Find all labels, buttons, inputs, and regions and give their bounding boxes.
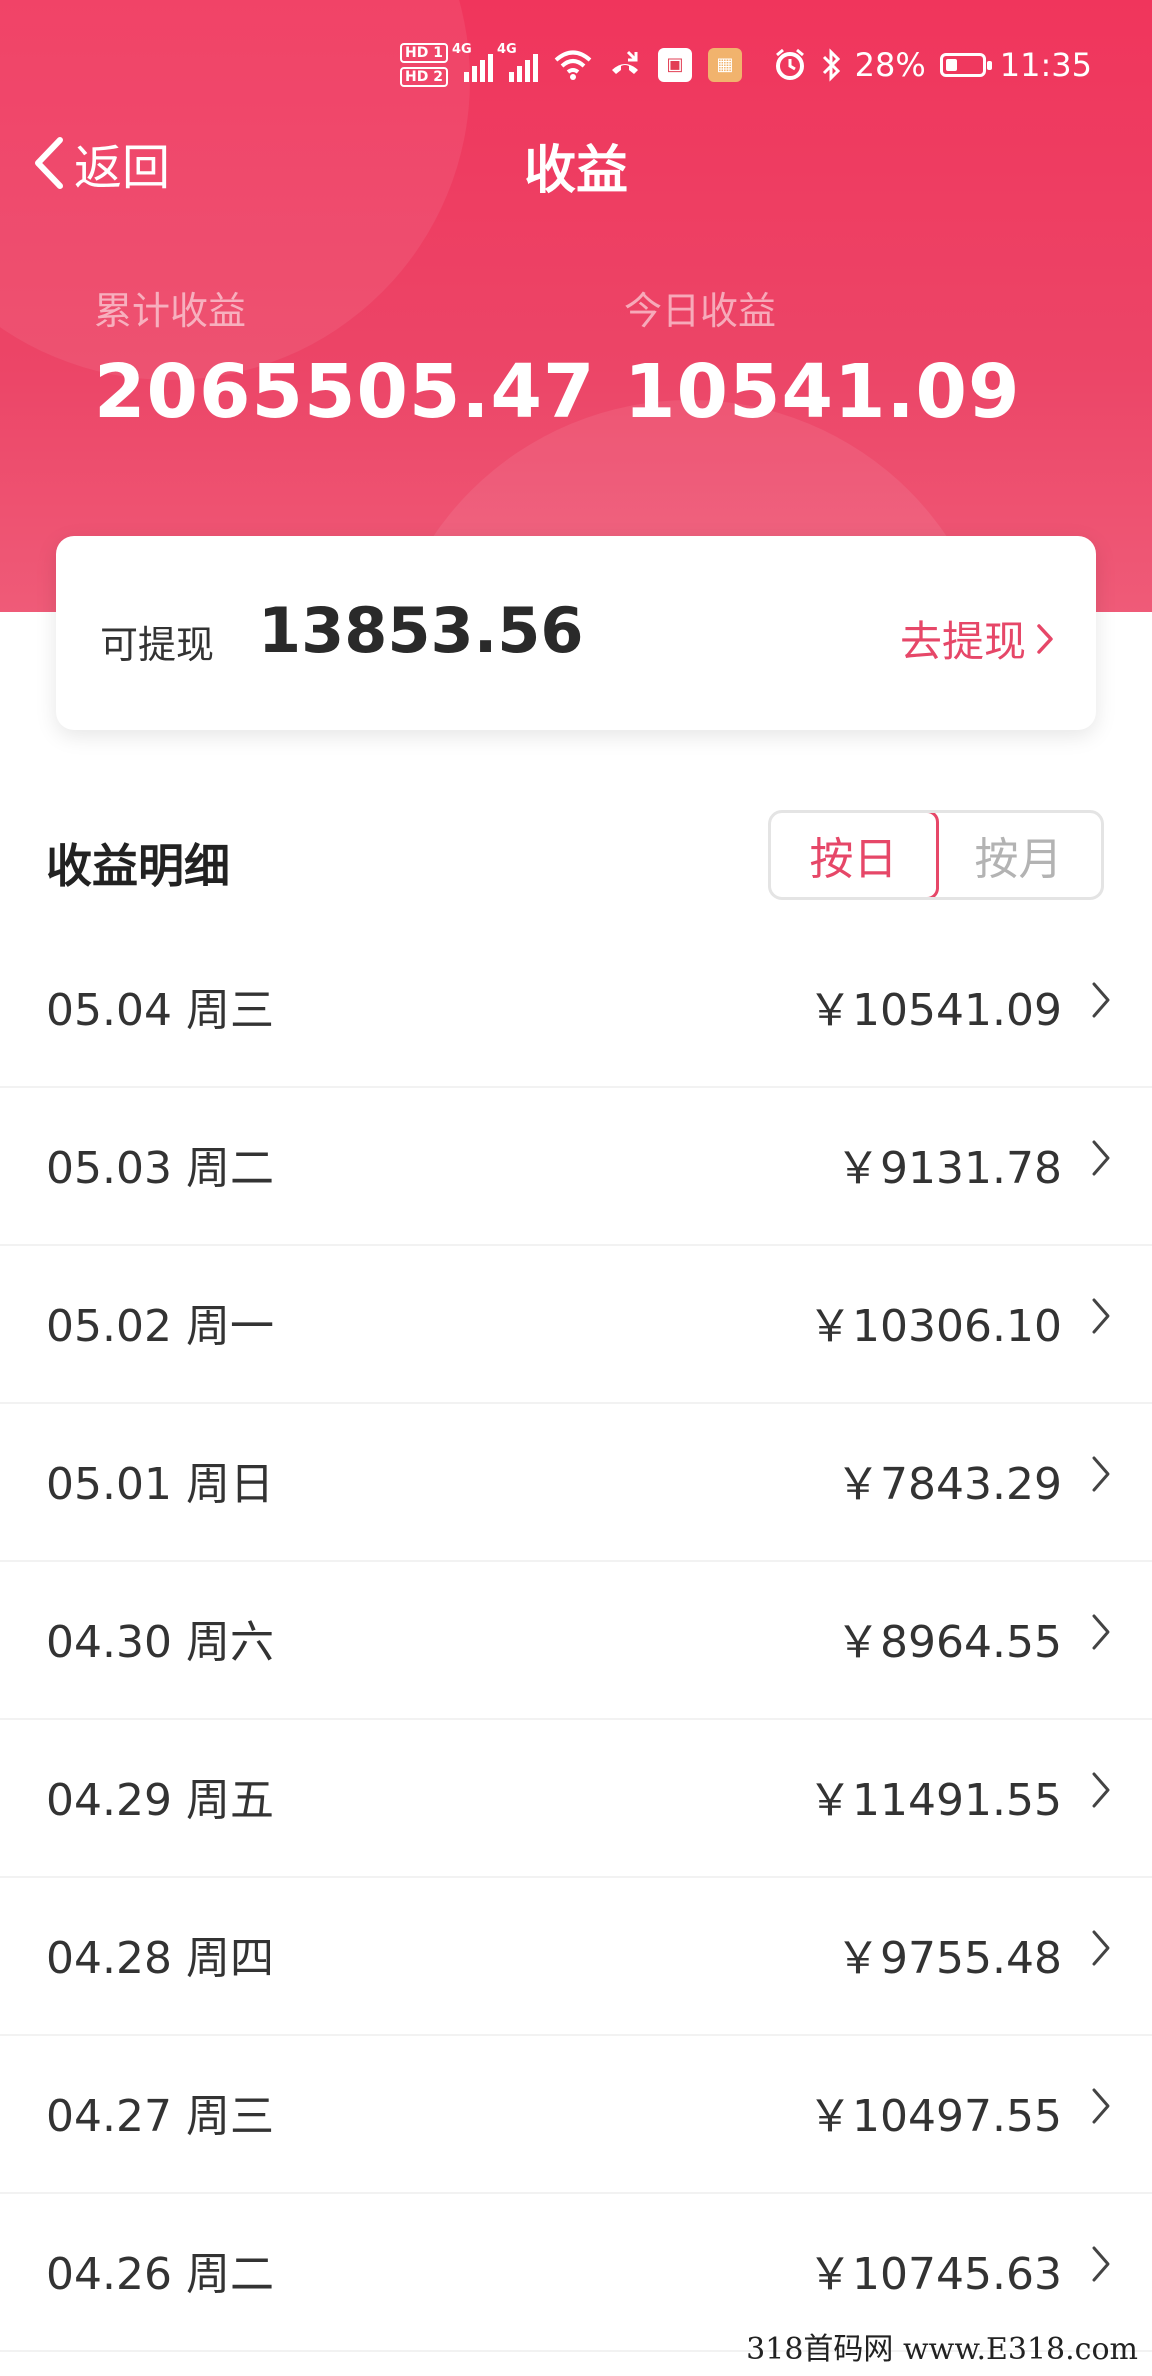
status-bar: HD 1 HD 2 4G 4G ▣ ▦ 28% 11:35 (0, 40, 1152, 90)
network-type: 4G (496, 42, 517, 57)
bluetooth-icon (822, 48, 840, 82)
list-item[interactable]: 05.01 周日 ￥7843.29 (0, 1404, 1152, 1562)
list-item[interactable]: 05.04 周三 ￥10541.09 (0, 930, 1152, 1088)
tab-by-day[interactable]: 按日 (771, 813, 939, 897)
app-notification-icon: ▣ (657, 48, 692, 82)
signal-icon: 4G (497, 42, 538, 82)
total-earnings-value: 2065505.47 (94, 349, 596, 435)
row-date: 04.30 周六 (46, 1617, 274, 1668)
status-left: HD 1 HD 2 4G 4G ▣ ▦ (400, 40, 742, 90)
tab-by-month[interactable]: 按月 (936, 813, 1101, 897)
list-item[interactable]: 05.03 周二 ￥9131.78 (0, 1088, 1152, 1246)
row-date: 05.04 周三 (46, 985, 274, 1036)
chevron-right-icon (1092, 2246, 1110, 2282)
list-item[interactable]: 05.02 周一 ￥10306.10 (0, 1246, 1152, 1404)
hd1-label: HD 1 (400, 43, 448, 63)
row-date: 04.29 周五 (46, 1775, 274, 1826)
row-amount: ￥9131.78 (836, 1143, 1062, 1194)
hd2-label: HD 2 (400, 67, 448, 87)
watermark: 318首码网 www.E318.com (746, 2332, 1138, 2367)
row-amount: ￥7843.29 (836, 1459, 1062, 1510)
header-banner: HD 1 HD 2 4G 4G ▣ ▦ 28% 11:35 返回 收益 累计收益… (0, 0, 1152, 612)
row-amount: ￥9755.48 (836, 1933, 1062, 1984)
app-notification-icon: ▦ (707, 48, 742, 82)
alarm-icon (775, 48, 804, 80)
list-item[interactable]: 04.28 周四 ￥9755.48 (0, 1878, 1152, 2036)
call-icon (611, 50, 638, 74)
withdrawable-amount: 13853.56 (258, 594, 584, 667)
clock: 11:35 (999, 46, 1092, 84)
wifi-icon (554, 50, 592, 80)
list-item[interactable]: 04.27 周三 ￥10497.55 (0, 2036, 1152, 2194)
today-earnings-value: 10541.09 (624, 349, 1021, 435)
page-title: 收益 (523, 141, 628, 201)
status-right: 28% 11:35 (773, 40, 1092, 90)
today-earnings-label: 今日收益 (624, 289, 777, 333)
chevron-right-icon (1092, 1298, 1110, 1334)
chevron-right-icon (1092, 1614, 1110, 1650)
chevron-right-icon (1092, 982, 1110, 1018)
row-amount: ￥10541.09 (808, 985, 1062, 1036)
chevron-right-icon (1092, 1456, 1110, 1492)
row-amount: ￥8964.55 (836, 1617, 1062, 1668)
detail-section-title: 收益明细 (46, 839, 230, 893)
today-earnings: 今日收益 10541.09 (624, 280, 1021, 435)
row-date: 05.01 周日 (46, 1459, 274, 1510)
withdraw-label: 去提现 (899, 617, 1026, 666)
hd-icon: HD 1 HD 2 (400, 43, 448, 87)
row-amount: ￥10497.55 (808, 2091, 1062, 2142)
row-amount: ￥10306.10 (808, 1301, 1062, 1352)
row-date: 05.03 周二 (46, 1143, 274, 1194)
withdraw-button[interactable]: 去提现 (900, 608, 1056, 669)
chevron-right-icon (1092, 1140, 1110, 1176)
row-date: 04.28 周四 (46, 1933, 274, 1984)
list-item[interactable]: 04.30 周六 ￥8964.55 (0, 1562, 1152, 1720)
period-toggle: 按日 按月 (768, 810, 1104, 900)
withdrawable-label: 可提现 (100, 623, 215, 667)
row-amount: ￥10745.63 (808, 2249, 1062, 2300)
row-date: 04.27 周三 (46, 2091, 274, 2142)
row-date: 04.26 周二 (46, 2249, 274, 2300)
nav-bar: 返回 收益 (0, 120, 1152, 201)
signal-icon: 4G (452, 42, 493, 82)
total-earnings: 累计收益 2065505.47 (94, 280, 596, 435)
chevron-right-icon (1092, 2088, 1110, 2124)
total-earnings-label: 累计收益 (94, 289, 247, 333)
chevron-right-icon (1037, 623, 1053, 654)
network-type: 4G (451, 42, 472, 57)
earnings-list: 05.04 周三 ￥10541.09 05.03 周二 ￥9131.78 05.… (0, 930, 1152, 2352)
row-date: 05.02 周一 (46, 1301, 274, 1352)
row-amount: ￥11491.55 (808, 1775, 1062, 1826)
chevron-right-icon (1092, 1930, 1110, 1966)
battery-percent: 28% (854, 46, 926, 84)
chevron-right-icon (1092, 1772, 1110, 1808)
withdraw-card: 可提现 13853.56 去提现 (56, 536, 1096, 730)
battery-icon (939, 53, 992, 77)
list-item[interactable]: 04.29 周五 ￥11491.55 (0, 1720, 1152, 1878)
